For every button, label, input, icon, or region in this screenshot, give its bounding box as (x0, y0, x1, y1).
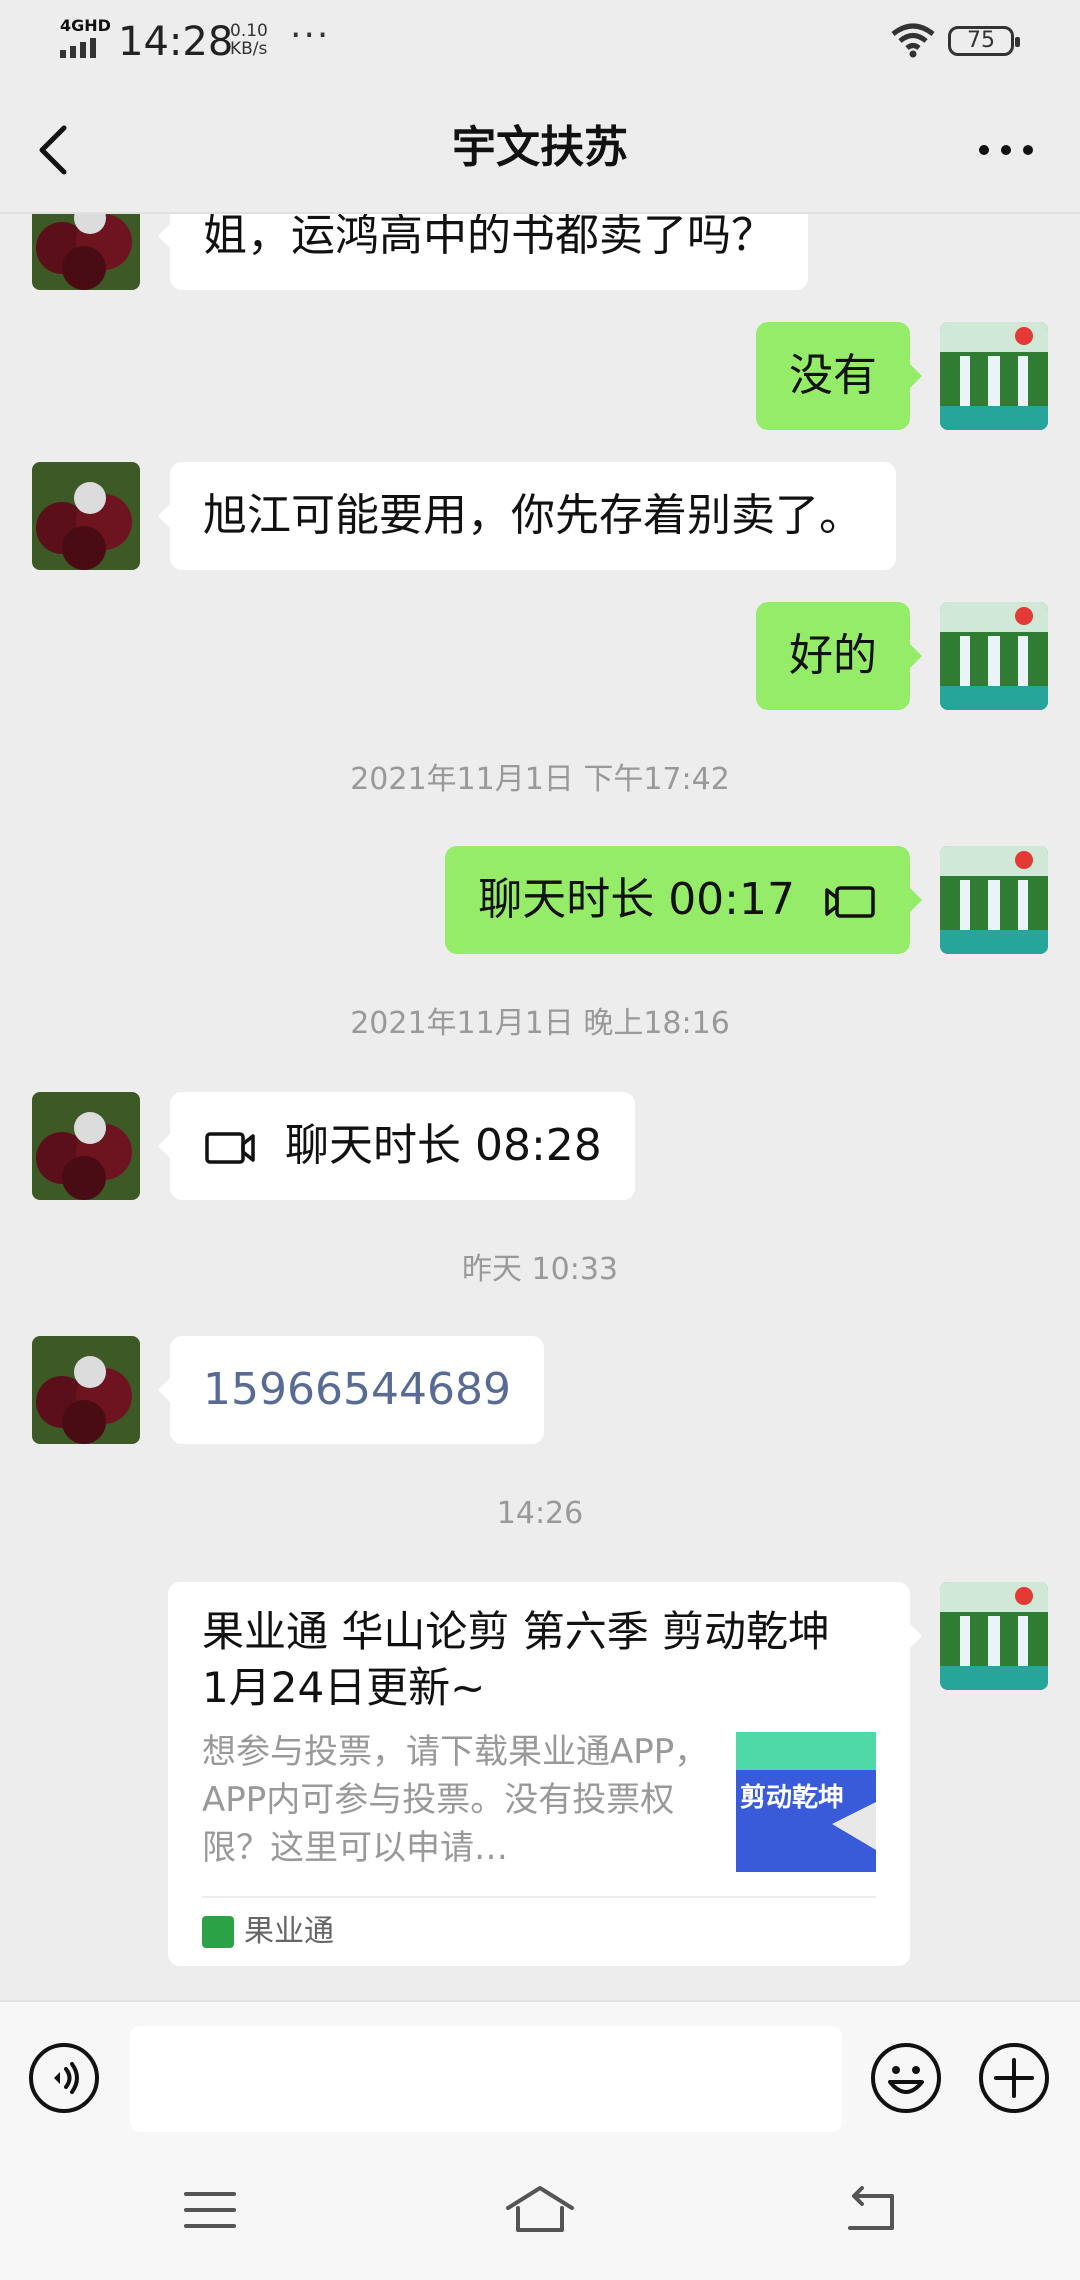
cherries-avatar-icon (32, 214, 140, 290)
message-timestamp: 14:26 (496, 1496, 584, 1531)
network-type: 4GHD (60, 16, 111, 35)
plus-icon[interactable] (978, 2042, 1050, 2114)
message-timestamp: 2021年11月1日 晚上18:16 (350, 1006, 730, 1041)
waterfall-avatar-icon (940, 1582, 1048, 1690)
app-logo-icon (202, 1916, 234, 1948)
message-timestamp: 2021年11月1日 下午17:42 (350, 762, 730, 797)
message-bubble-out[interactable]: 好的 (756, 602, 922, 710)
message-bubble-in[interactable]: 姐，运鸿高中的书都卖了吗？ (158, 214, 808, 290)
shared-link-card[interactable]: 果业通 华山论剪 第六季 剪动乾坤 1月24日更新~ 想参与投票，请下载果业通A… (168, 1582, 922, 1966)
thumb-text: 剪动乾坤 (740, 1782, 844, 1813)
battery-icon: 75 (948, 26, 1020, 56)
my-avatar[interactable] (940, 1582, 1048, 1690)
status-bar: 4GHD 14:28 0.10 KB/s ··· 75 (0, 0, 1080, 80)
contact-avatar[interactable] (32, 1336, 140, 1444)
contact-avatar[interactable] (32, 214, 140, 290)
phone-number-link[interactable]: 15966544689 (203, 1364, 511, 1415)
cherries-avatar-icon (32, 1336, 140, 1444)
system-nav-bar (0, 2140, 1080, 2280)
card-source: 果业通 (244, 1914, 334, 1949)
chat-title: 宇文扶苏 (452, 122, 628, 173)
card-thumbnail-image: 剪动乾坤 (736, 1732, 876, 1872)
call-duration: 聊天时长 08:28 (285, 1120, 602, 1171)
contact-avatar[interactable] (32, 1092, 140, 1200)
message-bubble-out[interactable]: 没有 (756, 322, 922, 430)
net-speed-unit: KB/s (230, 39, 268, 59)
voice-icon[interactable] (28, 2042, 100, 2114)
card-divider (202, 1896, 876, 1898)
cherries-avatar-icon (32, 462, 140, 570)
call-duration: 聊天时长 00:17 (478, 874, 795, 925)
waterfall-avatar-icon (940, 322, 1048, 430)
contact-avatar[interactable] (32, 462, 140, 570)
status-more: ··· (290, 15, 331, 56)
video-call-bubble[interactable]: 聊天时长 08:28 (158, 1092, 635, 1200)
signal-icon (60, 38, 96, 58)
waterfall-avatar-icon (940, 602, 1048, 710)
back-icon[interactable] (840, 2182, 900, 2238)
my-avatar[interactable] (940, 846, 1048, 954)
message-timestamp: 昨天 10:33 (462, 1252, 618, 1287)
clock: 14:28 (118, 19, 234, 65)
net-speed: 0.10 KB/s (230, 22, 268, 58)
message-list[interactable]: 姐，运鸿高中的书都卖了吗？ 没有 旭江可能要用，你先存着别卖了。 好的 2021… (0, 214, 1080, 2000)
input-bar (0, 2000, 1080, 2140)
chat-header: 宇文扶苏 (0, 80, 1080, 214)
emoji-icon[interactable] (870, 2042, 942, 2114)
video-call-icon (205, 1132, 255, 1164)
card-title: 果业通 华山论剪 第六季 剪动乾坤 1月24日更新~ (202, 1607, 831, 1712)
video-call-icon (825, 886, 875, 918)
wifi-icon (891, 23, 935, 58)
message-input[interactable] (130, 2026, 842, 2132)
cherries-avatar-icon (32, 1092, 140, 1200)
menu-icon[interactable] (180, 2182, 240, 2238)
my-avatar[interactable] (940, 322, 1048, 430)
card-thumbnail: 剪动乾坤 (736, 1732, 876, 1872)
card-description: 想参与投票，请下载果业通APP，APP内可参与投票。没有投票权限？这里可以申请… (202, 1732, 709, 1868)
net-speed-value: 0.10 (230, 21, 268, 41)
video-call-bubble[interactable]: 聊天时长 00:17 (445, 846, 922, 954)
message-bubble-in[interactable]: 旭江可能要用，你先存着别卖了。 (158, 462, 896, 570)
my-avatar[interactable] (940, 602, 1048, 710)
message-bubble-in[interactable]: 15966544689 (158, 1336, 544, 1444)
home-icon[interactable] (504, 2182, 576, 2238)
waterfall-avatar-icon (940, 846, 1048, 954)
more-dots-icon[interactable] (976, 120, 1036, 180)
